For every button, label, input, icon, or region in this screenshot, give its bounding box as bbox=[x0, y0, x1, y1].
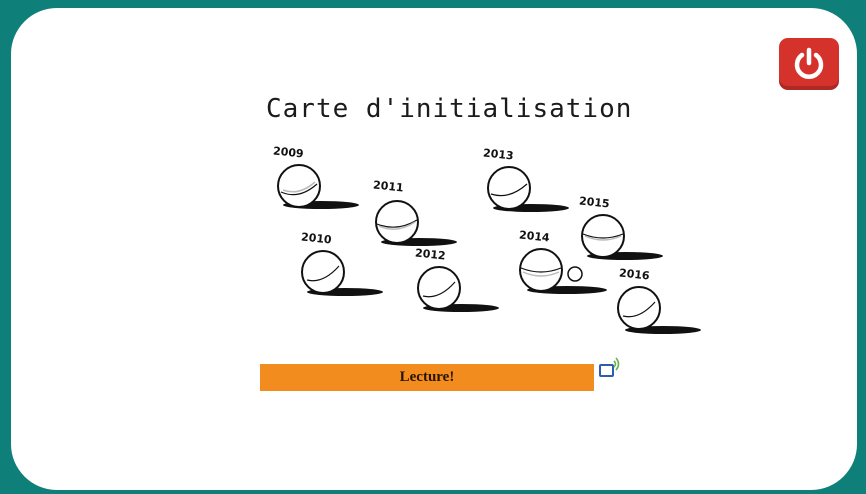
power-icon bbox=[794, 47, 824, 79]
power-button[interactable] bbox=[779, 38, 839, 90]
play-button-label: Lecture! bbox=[399, 369, 455, 385]
play-button[interactable]: Lecture! bbox=[260, 364, 594, 391]
ball-icon bbox=[519, 248, 607, 294]
ball-icon bbox=[417, 266, 499, 312]
year-label: 2010 bbox=[300, 230, 333, 247]
ball-icon bbox=[617, 286, 701, 334]
speaker-icon[interactable] bbox=[598, 355, 624, 381]
year-label: 2016 bbox=[618, 266, 651, 283]
year-label: 2012 bbox=[414, 246, 447, 263]
page-title: Carte d'initialisation bbox=[266, 94, 633, 124]
ball-icon bbox=[277, 164, 359, 209]
ball-icon bbox=[487, 166, 569, 212]
year-label: 2015 bbox=[578, 194, 611, 211]
year-label: 2011 bbox=[372, 178, 405, 195]
ball-icon bbox=[301, 250, 383, 296]
ball-illustration: 2009 2011 2013 2015 2010 2012 2014 2016 bbox=[251, 138, 721, 348]
main-card: Carte d'initialisation 2009 2011 2013 20… bbox=[11, 8, 857, 490]
year-label: 2013 bbox=[482, 146, 515, 163]
ball-icon bbox=[375, 200, 457, 246]
year-label: 2014 bbox=[518, 228, 551, 245]
year-label: 2009 bbox=[272, 144, 305, 161]
